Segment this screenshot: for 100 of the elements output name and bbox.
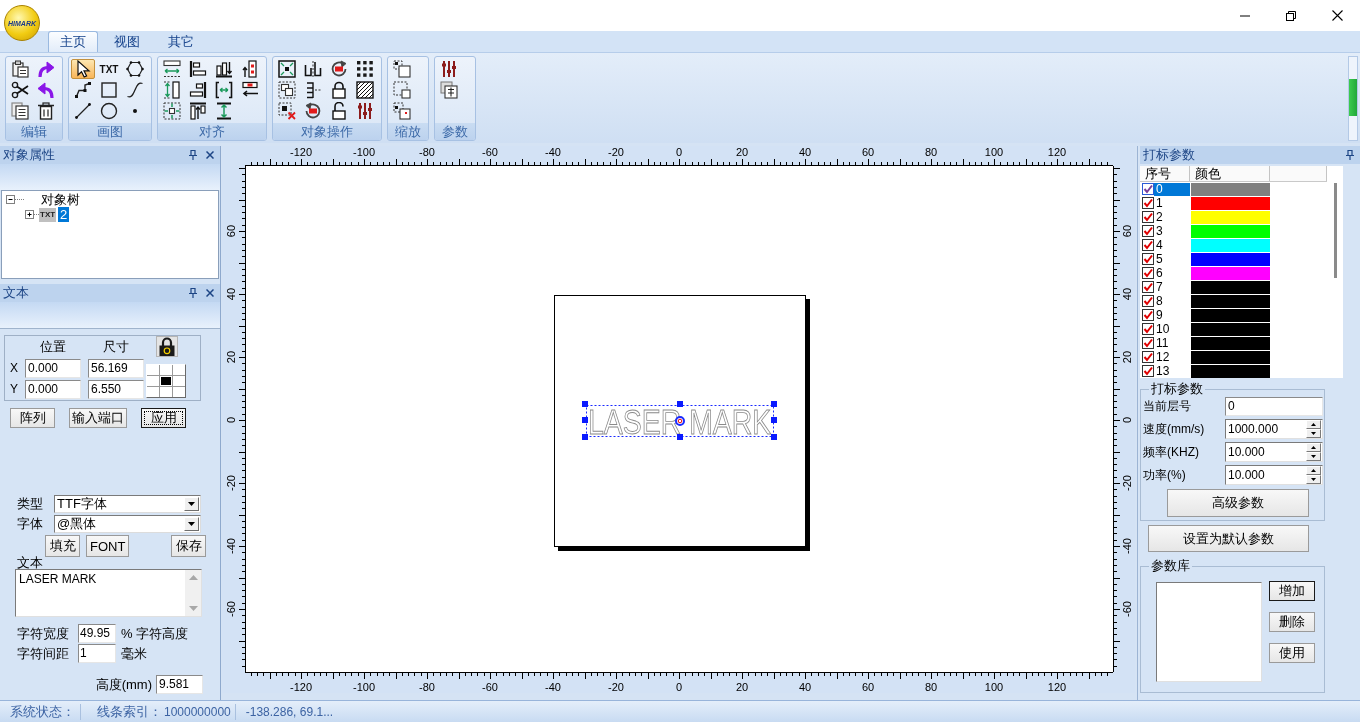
text-area[interactable]: LASER MARK bbox=[15, 569, 202, 617]
resize-handle[interactable] bbox=[677, 434, 683, 440]
layer-checkbox[interactable] bbox=[1142, 351, 1154, 363]
object-tool-button[interactable] bbox=[353, 80, 377, 100]
spin-down-button[interactable] bbox=[1306, 429, 1321, 438]
action-button[interactable]: 填充 bbox=[45, 535, 80, 557]
select-tool-button[interactable] bbox=[71, 59, 95, 79]
tree-item[interactable]: 2 bbox=[58, 207, 70, 222]
anchor-cell[interactable] bbox=[160, 387, 172, 397]
size-field[interactable]: 6.550 bbox=[88, 379, 144, 399]
pin-icon[interactable] bbox=[189, 150, 197, 160]
layer-checkbox[interactable] bbox=[1142, 253, 1154, 265]
minimize-icon[interactable] bbox=[1240, 14, 1250, 17]
resize-handle[interactable] bbox=[677, 401, 683, 407]
anchor-cell[interactable] bbox=[147, 376, 159, 386]
type-dropdown[interactable]: TTF字体 bbox=[54, 495, 201, 513]
layer-number[interactable]: 12 bbox=[1154, 350, 1190, 364]
spin-up-button[interactable] bbox=[1306, 443, 1321, 452]
font-dropdown[interactable]: @黑体 bbox=[54, 515, 201, 533]
resize-handle[interactable] bbox=[771, 417, 777, 423]
layer-number[interactable]: 2 bbox=[1154, 210, 1190, 224]
char-spacing-field[interactable]: 1 bbox=[78, 644, 116, 663]
spin-up-button[interactable] bbox=[1306, 466, 1321, 475]
outlined-text[interactable]: LASER MARK bbox=[588, 401, 772, 442]
zoom-tool-button[interactable] bbox=[390, 101, 414, 121]
ribbon-tab[interactable]: 视图 bbox=[102, 31, 152, 52]
dropdown-button[interactable] bbox=[184, 497, 199, 511]
layer-checkbox[interactable] bbox=[1142, 197, 1154, 209]
scrollbar-thumb[interactable] bbox=[1349, 79, 1357, 116]
char-width-field[interactable]: 49.95 bbox=[78, 624, 116, 643]
position-field[interactable]: 0.000 bbox=[25, 379, 81, 399]
layer-checkbox[interactable] bbox=[1142, 211, 1154, 223]
minus-box-icon[interactable] bbox=[6, 195, 25, 204]
zoom-tool-button[interactable] bbox=[390, 59, 414, 79]
action-button[interactable]: 保存 bbox=[171, 535, 206, 557]
anchor-cell[interactable] bbox=[147, 387, 159, 397]
object-tool-button[interactable] bbox=[275, 59, 299, 79]
zoom-tool-button[interactable] bbox=[390, 80, 414, 100]
layer-number[interactable]: 10 bbox=[1154, 322, 1190, 336]
spin-down-button[interactable] bbox=[1306, 452, 1321, 461]
resize-handle[interactable] bbox=[582, 417, 588, 423]
text-tool-button[interactable]: TXT bbox=[97, 59, 121, 79]
resize-handle[interactable] bbox=[771, 434, 777, 440]
resize-handle[interactable] bbox=[582, 434, 588, 440]
layer-checkbox[interactable] bbox=[1142, 267, 1154, 279]
align-tool-button[interactable] bbox=[160, 101, 184, 121]
layer-number[interactable]: 3 bbox=[1154, 224, 1190, 238]
layer-checkbox[interactable] bbox=[1142, 337, 1154, 349]
layer-checkbox[interactable] bbox=[1142, 225, 1154, 237]
anchor-cell[interactable] bbox=[160, 365, 172, 375]
tree-item[interactable]: 对象树 bbox=[39, 192, 82, 207]
ribbon-tab[interactable]: 主页 bbox=[48, 31, 98, 52]
resize-handle[interactable] bbox=[771, 401, 777, 407]
height-field[interactable]: 9.581 bbox=[156, 675, 203, 694]
size-field[interactable]: 56.169 bbox=[88, 358, 144, 378]
dropdown-button[interactable] bbox=[184, 517, 199, 531]
plus-box-icon[interactable] bbox=[25, 210, 39, 219]
polygon-tool-button[interactable] bbox=[123, 59, 147, 79]
close-icon[interactable] bbox=[206, 151, 214, 159]
parameter-button[interactable] bbox=[437, 80, 461, 100]
copy-button[interactable] bbox=[8, 101, 32, 121]
spin-field[interactable]: 1000.000 bbox=[1225, 419, 1323, 439]
action-button[interactable]: 使用 bbox=[1269, 643, 1315, 663]
layer-number[interactable]: 6 bbox=[1154, 266, 1190, 280]
spin-field[interactable]: 10.000 bbox=[1225, 442, 1323, 462]
close-icon[interactable] bbox=[206, 289, 214, 297]
anchor-cell[interactable] bbox=[160, 376, 172, 386]
pin-icon[interactable] bbox=[189, 288, 197, 298]
anchor-cell[interactable] bbox=[173, 365, 185, 375]
layer-checkbox[interactable] bbox=[1142, 281, 1154, 293]
ribbon-tab[interactable]: 其它 bbox=[156, 31, 206, 52]
align-tool-button[interactable] bbox=[160, 59, 184, 79]
scrollbar-thumb[interactable] bbox=[1334, 183, 1337, 278]
spin-field[interactable]: 10.000 bbox=[1225, 465, 1323, 485]
layer-number[interactable]: 13 bbox=[1154, 364, 1190, 378]
layer-checkbox[interactable] bbox=[1142, 323, 1154, 335]
layer-checkbox[interactable] bbox=[1142, 239, 1154, 251]
anchor-cell[interactable] bbox=[173, 376, 185, 386]
object-tool-button[interactable] bbox=[275, 80, 299, 100]
layer-number[interactable]: 4 bbox=[1154, 238, 1190, 252]
advanced-button[interactable]: 高级参数 bbox=[1167, 489, 1309, 517]
layer-number[interactable]: 8 bbox=[1154, 294, 1190, 308]
set-default-button[interactable]: 设置为默认参数 bbox=[1148, 525, 1309, 552]
close-icon[interactable] bbox=[1331, 10, 1343, 21]
resize-handle[interactable] bbox=[582, 401, 588, 407]
layer-number[interactable]: 5 bbox=[1154, 252, 1190, 266]
position-field[interactable]: 0.000 bbox=[25, 358, 81, 378]
column-header[interactable]: 颜色 bbox=[1190, 166, 1270, 181]
action-button[interactable]: FONT bbox=[86, 535, 130, 557]
anchor-cell[interactable] bbox=[173, 387, 185, 397]
action-button[interactable]: 输入端口 bbox=[69, 408, 127, 428]
layer-checkbox[interactable] bbox=[1142, 183, 1154, 195]
spin-up-button[interactable] bbox=[1306, 420, 1321, 429]
anchor-cell[interactable] bbox=[147, 365, 159, 375]
column-header[interactable]: 序号 bbox=[1140, 166, 1190, 181]
action-button[interactable]: 删除 bbox=[1269, 612, 1315, 632]
text-field[interactable]: 0 bbox=[1225, 396, 1323, 416]
restore-icon[interactable] bbox=[1286, 10, 1296, 21]
layer-number[interactable]: 1 bbox=[1154, 196, 1190, 210]
pin-icon[interactable] bbox=[1346, 150, 1354, 160]
